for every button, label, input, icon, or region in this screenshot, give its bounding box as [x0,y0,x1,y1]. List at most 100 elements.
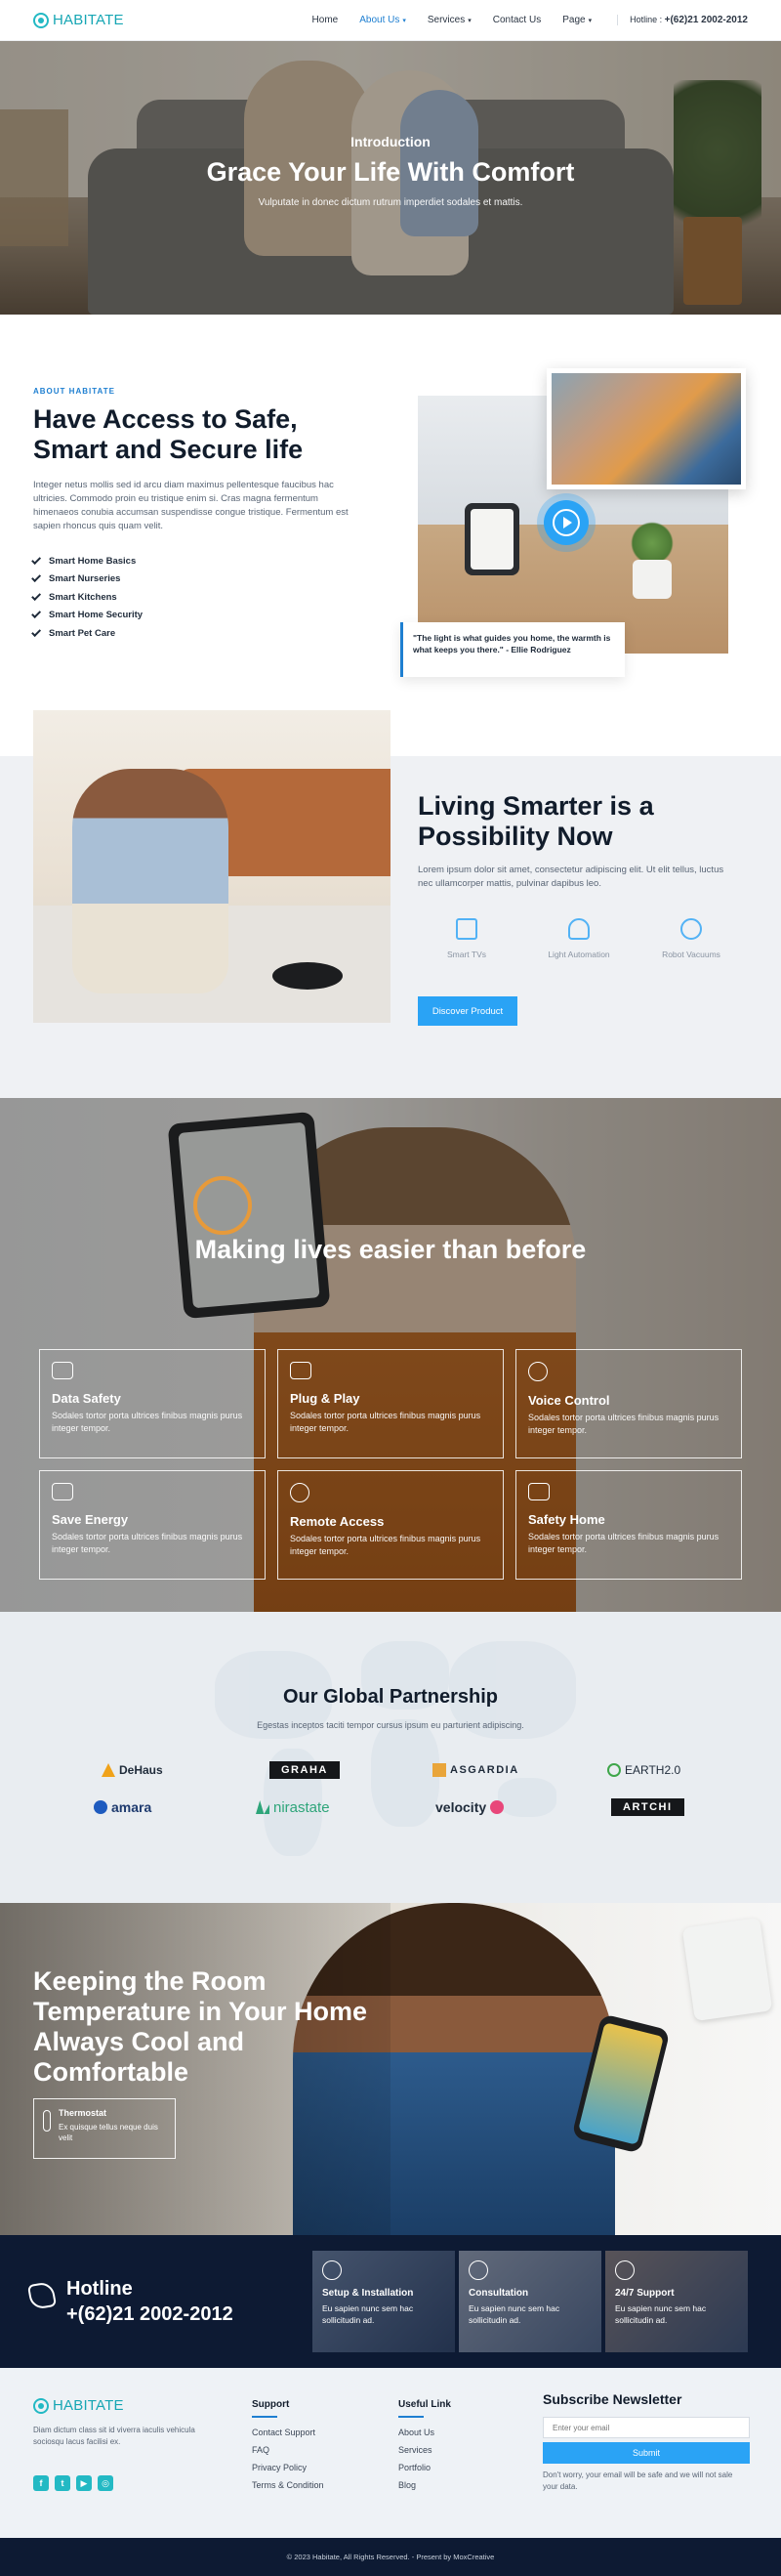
home-shield-icon [528,1483,550,1500]
benefit-card-plug-play: Plug & Play Sodales tortor porta ultrice… [277,1349,504,1458]
velocity-mark-icon [490,1800,505,1814]
heading-underline [398,2416,424,2418]
chevron-down-icon: ▾ [468,18,472,24]
footer-link[interactable]: Contact Support [252,2428,324,2445]
hero-kicker: Introduction [350,134,431,149]
video-play-button[interactable] [544,500,589,545]
partner-logo-artchi[interactable]: ARTCHI [611,1798,684,1816]
discover-product-button[interactable]: Discover Product [418,996,517,1026]
service-card-setup[interactable]: Setup & Installation Eu sapien nunc sem … [312,2251,455,2352]
microphone-icon [528,1362,548,1381]
partner-logo-nirastate[interactable]: nirastate [256,1797,330,1817]
partner-logo-dehaus[interactable]: DeHaus [102,1760,163,1780]
footer-logo[interactable]: HABITATE [33,2397,124,2414]
hotline-bar: Hotline +(62)21 2002-2012 Setup & Instal… [0,2235,781,2368]
email-input[interactable] [543,2417,750,2438]
footer-link[interactable]: Privacy Policy [252,2463,324,2480]
checklist-item: Smart Home Security [31,607,144,625]
partner-logo-amara[interactable]: amara [94,1797,151,1817]
instagram-icon[interactable]: ◎ [98,2475,113,2491]
partner-logo-earth2[interactable]: EARTH2.0 [607,1760,680,1780]
heading-underline [252,2416,277,2418]
service-text: Eu sapien nunc sem hac sollicitudin ad. [469,2303,560,2325]
benefit-text: Sodales tortor porta ultrices finibus ma… [52,1532,243,1554]
hero-title: Grace Your Life With Comfort [206,157,575,187]
benefit-card-safety-home: Safety Home Sodales tortor porta ultrice… [515,1470,742,1580]
asgardia-mark-icon [432,1763,446,1777]
database-icon [52,1362,73,1379]
nirastate-mark-icon [256,1800,269,1814]
footer-link[interactable]: About Us [398,2428,451,2445]
checklist-item: Smart Nurseries [31,570,143,589]
submit-button[interactable]: Submit [543,2442,750,2464]
thermostat-section: Keeping the Room Temperature in Your Hom… [0,1903,781,2235]
menu-item-about-us[interactable]: About Us ▾ [359,15,406,25]
wall-thermostat [681,1917,773,2022]
plant-pot [633,560,672,599]
benefit-card-save-energy: Save Energy Sodales tortor porta ultrice… [39,1470,266,1580]
footer-useful-column: Useful Link About Us Services Portfolio … [398,2399,451,2498]
menu-item-contact-us[interactable]: Contact Us [493,15,541,25]
check-icon [31,626,42,637]
thermostat-info-title: Thermostat [59,2108,107,2118]
clock-24-icon [615,2260,635,2280]
thermometer-icon [43,2110,51,2132]
benefit-title: Safety Home [528,1512,605,1527]
service-text: Eu sapien nunc sem hac sollicitudin ad. [615,2303,707,2325]
partner-name: amara [111,1799,152,1815]
partner-logo-asgardia[interactable]: ASGARDIA [432,1760,519,1780]
youtube-icon[interactable]: ▶ [76,2475,92,2491]
checklist-label: Smart Home Security [49,610,144,621]
remote-icon [290,1483,309,1502]
footer-link[interactable]: Portfolio [398,2463,451,2480]
menu-item-page[interactable]: Page ▾ [562,15,592,25]
footer-link[interactable]: Terms & Condition [252,2480,324,2498]
hotline-number[interactable]: +(62)21 2002-2012 [665,15,748,25]
about-section: ABOUT HABITATE Have Access to Safe, Smar… [0,315,781,696]
footer-support-column: Support Contact Support FAQ Privacy Poli… [252,2399,324,2498]
service-card-consultation[interactable]: Consultation Eu sapien nunc sem hac soll… [459,2251,601,2352]
testimonial-quote: "The light is what guides you home, the … [400,622,625,677]
living-image [33,710,390,1023]
service-card-support[interactable]: 24/7 Support Eu sapien nunc sem hac soll… [605,2251,748,2352]
newsletter-form: Subscribe Newsletter Submit Don't worry,… [543,2391,750,2493]
checklist-label: Smart Home Basics [49,555,137,567]
social-links: f t ▶ ◎ [33,2475,113,2491]
brand-name: HABITATE [53,12,124,28]
feature-list: Smart TVs Light Automation Robot Vacuums [418,918,740,959]
hotline-title: Hotline [66,2278,133,2300]
footer-link[interactable]: Blog [398,2480,451,2498]
benefit-card-remote-access: Remote Access Sodales tortor porta ultri… [277,1470,504,1580]
benefit-card-voice-control: Voice Control Sodales tortor porta ultri… [515,1349,742,1458]
newsletter-heading: Subscribe Newsletter [543,2391,682,2407]
service-title: 24/7 Support [615,2288,675,2299]
brand-logo[interactable]: HABITATE [33,12,124,28]
partner-logo-graha[interactable]: GRAHA [269,1761,340,1779]
play-ring [553,509,580,536]
partnership-subtitle: Egestas inceptos taciti tempor cursus ip… [257,1720,524,1730]
benefit-text: Sodales tortor porta ultrices finibus ma… [290,1534,481,1556]
feature-smart-tvs: Smart TVs [418,918,515,959]
plug-icon [290,1362,311,1379]
family-photo [552,373,741,485]
footer-link[interactable]: FAQ [252,2445,324,2463]
menu-item-services[interactable]: Services ▾ [428,15,472,25]
thermostat-title: Keeping the Room Temperature in Your Hom… [33,1966,368,2087]
partner-name: DeHaus [119,1763,163,1777]
facebook-icon[interactable]: f [33,2475,49,2491]
hero-subtitle: Vulputate in donec dictum rutrum imperdi… [258,197,523,208]
menu-item-home[interactable]: Home [312,15,339,25]
twitter-icon[interactable]: t [55,2475,70,2491]
partner-logo-velocity[interactable]: velocity [435,1797,505,1817]
partner-name: ASGARDIA [450,1764,519,1776]
amara-mark-icon [94,1800,107,1814]
partner-name: EARTH2.0 [625,1763,681,1777]
lightbulb-icon [568,918,590,940]
benefit-title: Voice Control [528,1393,610,1408]
partnership-section: Our Global Partnership Egestas inceptos … [0,1612,781,1903]
hotline-phone-number[interactable]: +(62)21 2002-2012 [66,2303,233,2326]
footer-link[interactable]: Services [398,2445,451,2463]
check-icon [31,572,42,583]
living-title: Living Smarter is a Possibility Now [418,791,654,851]
menu-item-label: Services [427,15,466,25]
